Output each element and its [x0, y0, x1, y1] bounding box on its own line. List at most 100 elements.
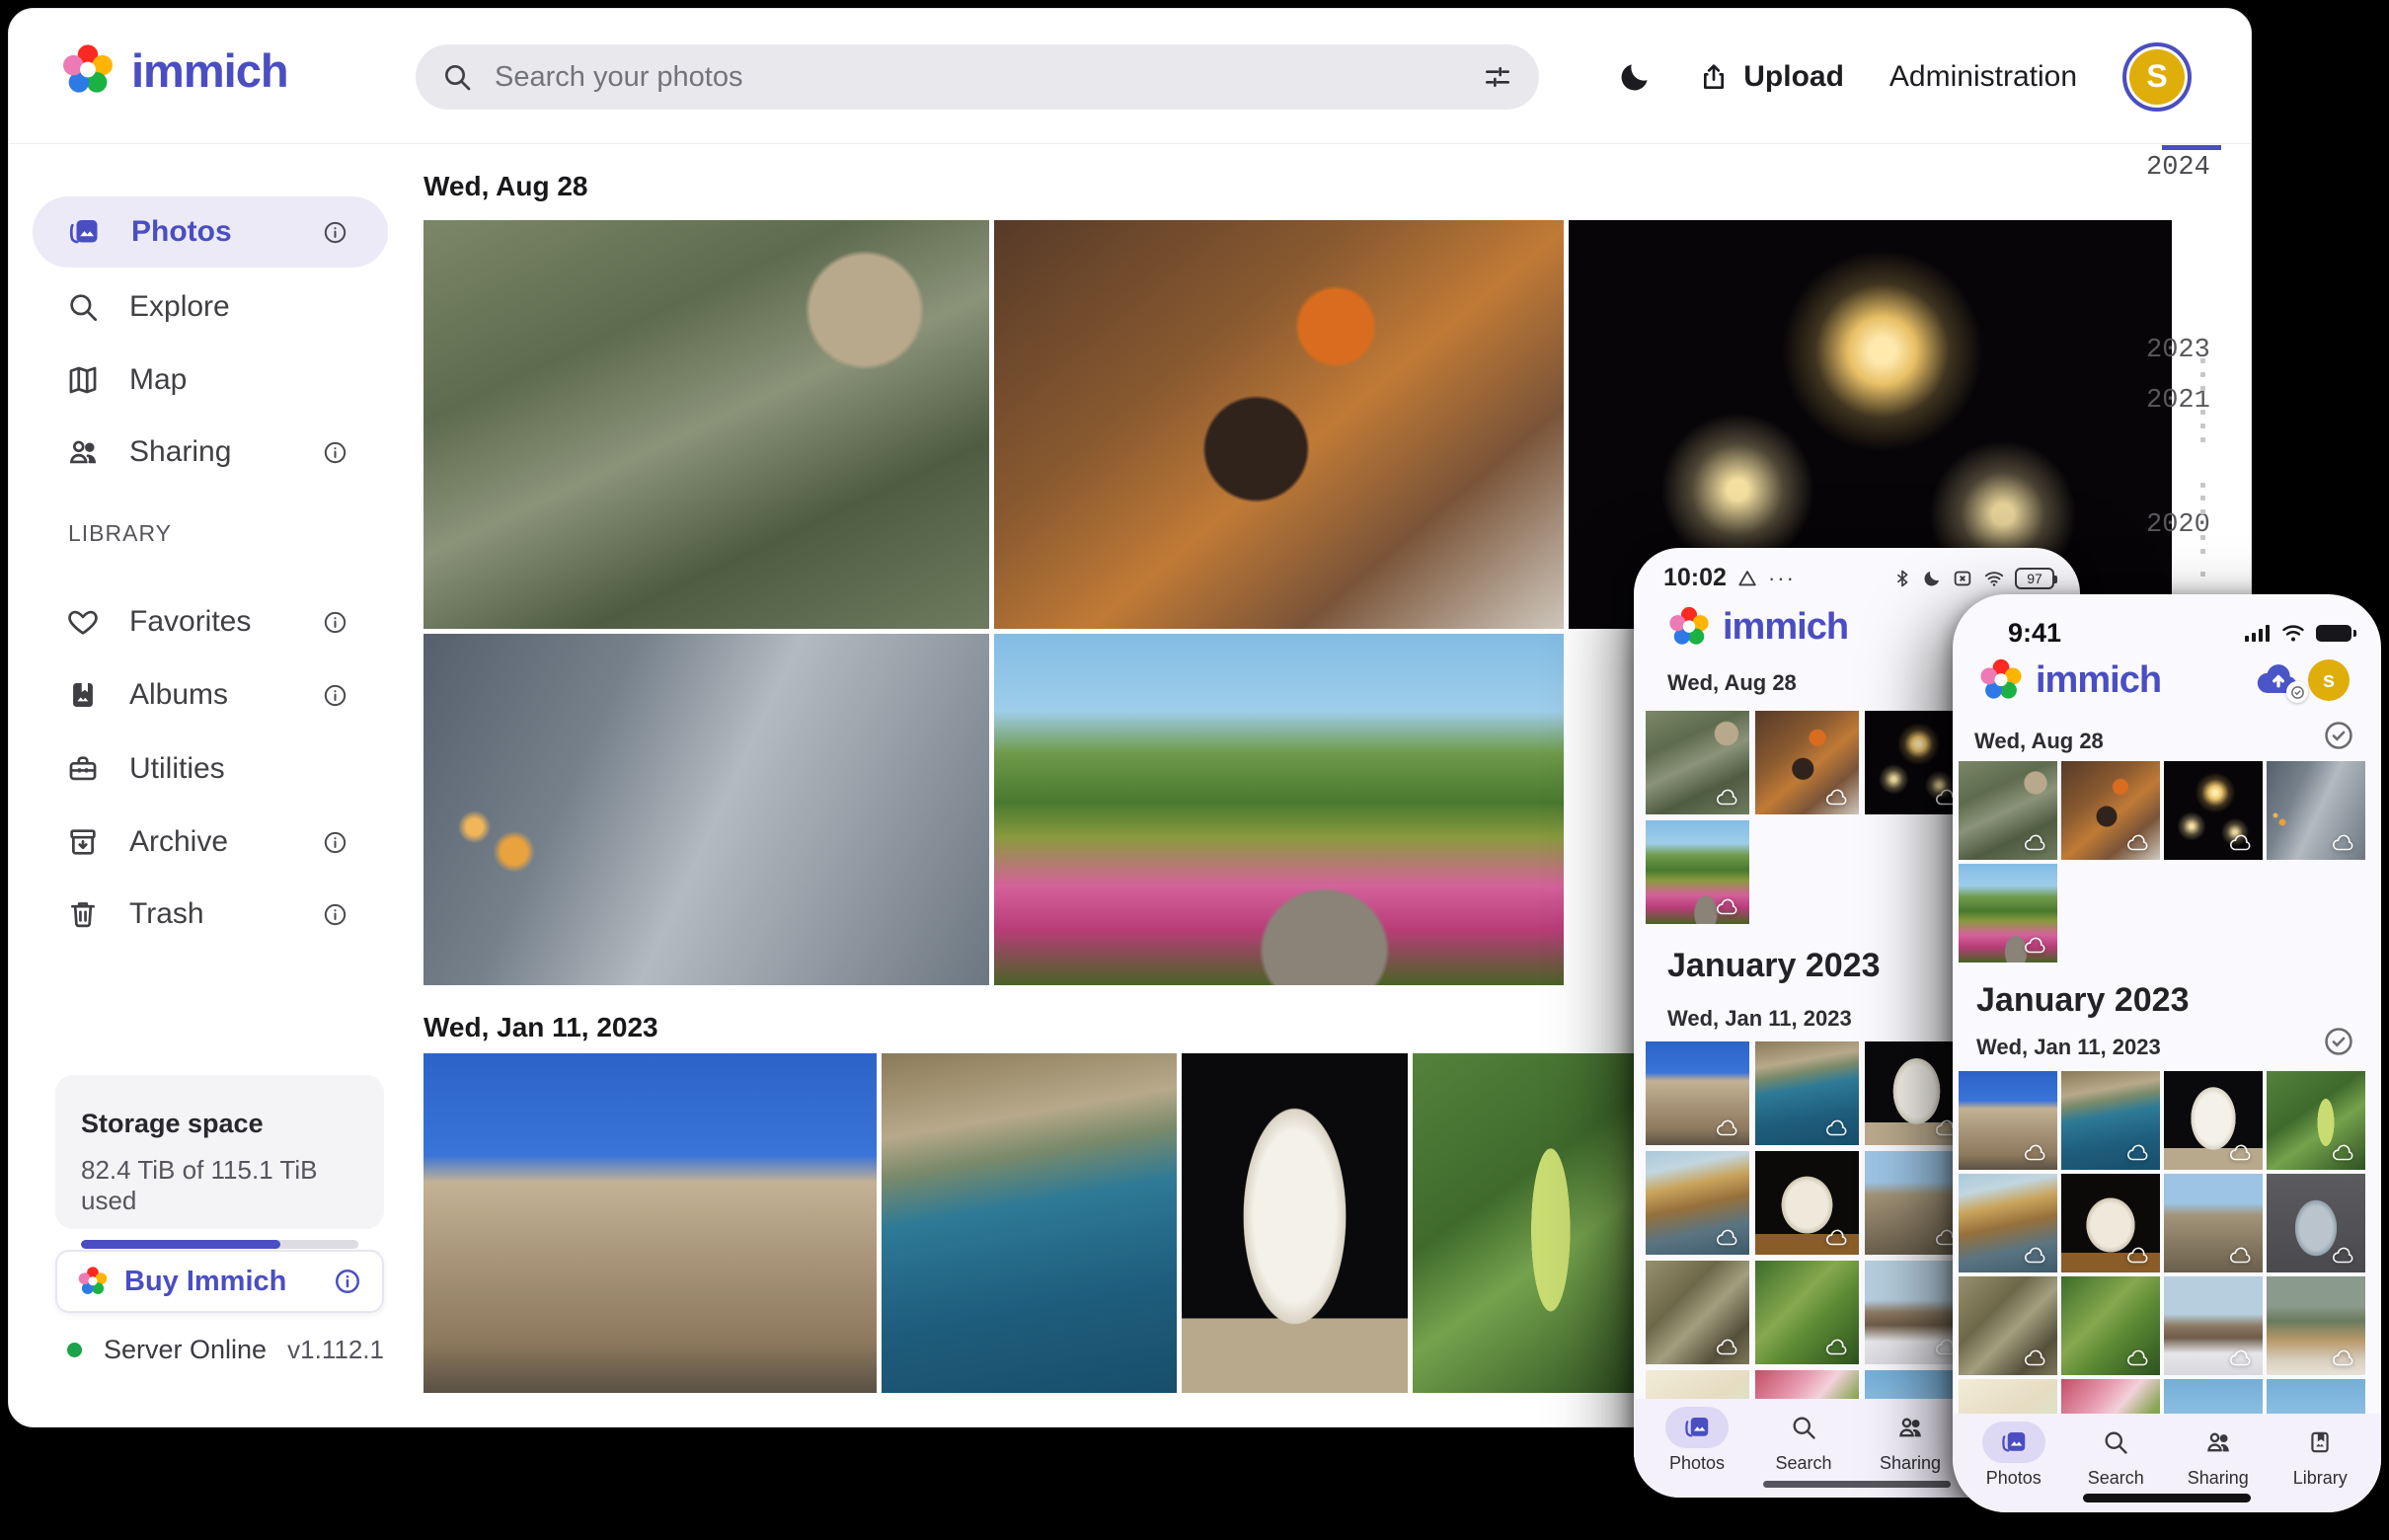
nav-label: Sharing	[2188, 1468, 2249, 1489]
photo-thumb-lizard2[interactable]	[2061, 1276, 2160, 1375]
photo-thumb-trophy[interactable]	[2267, 1174, 2365, 1272]
immich-logo[interactable]: immich	[60, 42, 288, 98]
phone2-status-bar: 9:41	[2008, 618, 2351, 649]
photo-thumb-seagrape[interactable]	[1413, 1053, 1643, 1393]
photo-thumb-castle[interactable]	[1959, 1071, 2057, 1170]
photo-thumb-hands[interactable]	[424, 634, 989, 985]
photo-grid-aug-row2	[424, 634, 1564, 985]
photo-thumb-village[interactable]	[2267, 1276, 2365, 1375]
timeline-year-2024[interactable]: 2024	[2146, 153, 2215, 183]
nav-item-search[interactable]: Search	[2071, 1422, 2160, 1489]
photo-thumb-monkeys[interactable]	[424, 220, 989, 629]
sidebar-item-label: Archive	[129, 825, 228, 859]
search-bar[interactable]	[416, 44, 1539, 110]
sidebar-item-favorites[interactable]: Favorites	[33, 586, 388, 657]
info-icon[interactable]	[322, 219, 348, 246]
photo-thumb-castle[interactable]	[424, 1053, 877, 1393]
sharing-people-icon	[66, 435, 100, 469]
photo-thumb-church[interactable]	[2164, 1276, 2263, 1375]
wifi-icon	[1983, 568, 2005, 589]
photo-thumb-park[interactable]	[1959, 864, 2057, 962]
photo-thumb-sky[interactable]	[2267, 1379, 2365, 1414]
phone2-avatar[interactable]: s	[2308, 659, 2350, 701]
photo-thumb-dinner[interactable]	[2061, 761, 2160, 860]
info-icon[interactable]	[322, 901, 348, 928]
photo-thumb-seagrape[interactable]	[2267, 1071, 2365, 1170]
photo-thumb-pale[interactable]	[1959, 1379, 2057, 1414]
photo-thumb-rocksculpt[interactable]	[1755, 1151, 1859, 1255]
sidebar-item-archive[interactable]: Archive	[33, 807, 388, 878]
photo-thumb-sky[interactable]	[2164, 1379, 2263, 1414]
photo-thumb-rocksculpt[interactable]	[2061, 1174, 2160, 1272]
photo-thumb-lizard1[interactable]	[1646, 1261, 1749, 1364]
server-status-label: Server Online	[104, 1335, 287, 1365]
photo-thumb-cake[interactable]	[1755, 1370, 1859, 1399]
cloud-sync-button[interactable]	[2255, 659, 2302, 699]
buy-immich-button[interactable]: Buy Immich	[55, 1250, 384, 1313]
administration-link[interactable]: Administration	[1889, 60, 2077, 94]
nav-item-sharing[interactable]: Sharing	[2174, 1422, 2263, 1489]
photo-thumb-bust[interactable]	[2164, 1071, 2263, 1170]
photo-thumb-dinner[interactable]	[994, 220, 1564, 629]
nav-label: Search	[1775, 1453, 1831, 1474]
photo-thumb-park[interactable]	[1646, 820, 1749, 924]
sidebar-item-sharing[interactable]: Sharing	[33, 417, 388, 488]
photo-thumb-beach[interactable]	[1959, 1174, 2057, 1272]
nav-item-photos[interactable]: Photos	[1969, 1422, 2058, 1489]
avatar-initial: s	[2323, 667, 2335, 693]
storage-title: Storage space	[81, 1109, 358, 1139]
user-avatar[interactable]: S	[2122, 42, 2192, 112]
upload-button[interactable]: Upload	[1698, 60, 1844, 94]
select-all-check-icon[interactable]	[2322, 719, 2355, 752]
photo-thumb-harbor[interactable]	[882, 1053, 1177, 1393]
nav-item-search[interactable]: Search	[1759, 1407, 1848, 1474]
theme-toggle-moon-icon[interactable]	[1617, 59, 1653, 95]
phone1-status-bar: 10:02 ··· 97	[1663, 564, 2054, 592]
photo-thumb-beach[interactable]	[1646, 1151, 1749, 1255]
timeline-active-indicator	[2162, 145, 2221, 150]
nav-item-library[interactable]: Library	[2275, 1422, 2364, 1489]
photo-thumb-park[interactable]	[994, 634, 1564, 985]
photo-thumb-ruins[interactable]	[2164, 1174, 2263, 1272]
photo-thumb-castle[interactable]	[1646, 1041, 1749, 1145]
nav-item-sharing[interactable]: Sharing	[1866, 1407, 1955, 1474]
info-icon[interactable]	[322, 439, 348, 466]
sidebar-item-map[interactable]: Map	[33, 345, 388, 416]
phone2-grid-jan	[1959, 1071, 2365, 1414]
nav-item-photos[interactable]: Photos	[1653, 1407, 1741, 1474]
heart-icon	[66, 605, 100, 639]
sidebar-item-trash[interactable]: Trash	[33, 879, 388, 950]
info-icon[interactable]	[322, 829, 348, 856]
phone1-date-jan: Wed, Jan 11, 2023	[1667, 1006, 1852, 1032]
sidebar-item-explore[interactable]: Explore	[33, 271, 388, 343]
photo-thumb-bust[interactable]	[1182, 1053, 1408, 1393]
sidebar-item-albums[interactable]: Albums	[33, 659, 388, 731]
page-background: { "colors": { "accent": "#4a4ec2", "avat…	[0, 0, 2389, 1540]
photo-thumb-dinner[interactable]	[1755, 711, 1859, 814]
search-input[interactable]	[495, 61, 1460, 94]
photo-thumb-lizard1[interactable]	[1959, 1276, 2057, 1375]
photo-thumb-hands[interactable]	[2267, 761, 2365, 860]
photo-thumb-monkeys[interactable]	[1646, 711, 1749, 814]
sharing-people-icon	[2204, 1428, 2232, 1456]
info-icon[interactable]	[333, 1267, 362, 1296]
photo-thumb-monkeys[interactable]	[1959, 761, 2057, 860]
nav-label: Photos	[1669, 1453, 1725, 1474]
photo-thumb-pale[interactable]	[1646, 1370, 1749, 1399]
server-status-row: Server Online v1.112.1	[55, 1335, 384, 1365]
cloud-backup-icon	[2125, 1348, 2151, 1368]
photo-thumb-fireworks[interactable]	[2164, 761, 2263, 860]
info-icon[interactable]	[322, 609, 348, 636]
search-filter-icon[interactable]	[1482, 61, 1513, 93]
photo-thumb-harbor[interactable]	[1755, 1041, 1859, 1145]
cloud-backup-icon	[2023, 1143, 2048, 1163]
sidebar-item-utilities[interactable]: Utilities	[33, 733, 388, 805]
photo-thumb-cake[interactable]	[2061, 1379, 2160, 1414]
avatar-initial: S	[2146, 58, 2167, 95]
photo-thumb-harbor[interactable]	[2061, 1071, 2160, 1170]
sidebar-item-photos[interactable]: Photos	[33, 196, 388, 268]
timeline-tick	[2200, 535, 2205, 540]
select-all-check-icon[interactable]	[2322, 1025, 2355, 1058]
info-icon[interactable]	[322, 682, 348, 709]
photo-thumb-lizard2[interactable]	[1755, 1261, 1859, 1364]
